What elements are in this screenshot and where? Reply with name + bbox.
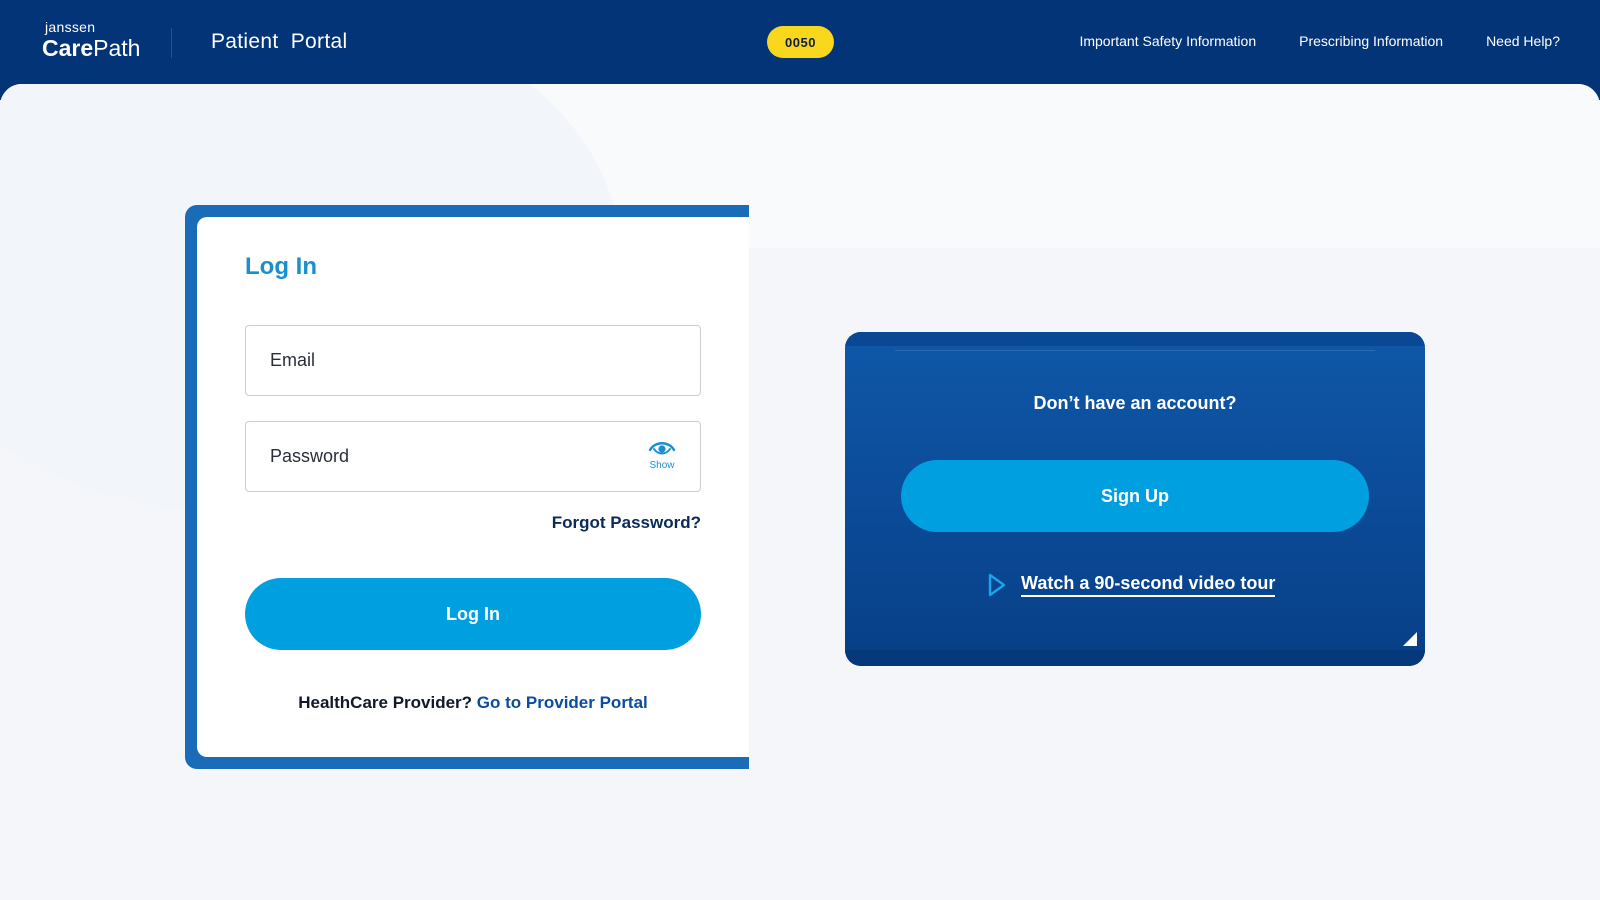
signup-card-highlight bbox=[895, 350, 1375, 351]
signup-question: Don’t have an account? bbox=[1033, 393, 1237, 413]
video-tour-link[interactable]: Watch a 90-second video tour bbox=[987, 572, 1276, 598]
sign-up-button[interactable]: Sign Up bbox=[901, 460, 1369, 532]
nav-need-help[interactable]: Need Help? bbox=[1486, 33, 1560, 49]
provider-prefix-text: HealthCare Provider? bbox=[298, 693, 473, 712]
environment-badge: 0050 bbox=[767, 26, 834, 58]
provider-portal-line: HealthCare Provider? Go to Provider Port… bbox=[197, 693, 749, 713]
signup-card-base bbox=[845, 650, 1425, 666]
password-field-container: Show bbox=[245, 421, 701, 492]
show-password-label: Show bbox=[649, 460, 675, 471]
logo-care-text: Care bbox=[42, 35, 94, 61]
header-divider bbox=[171, 28, 172, 58]
janssen-carepath-logo[interactable]: janssen CarePath bbox=[42, 20, 140, 60]
login-button[interactable]: Log In bbox=[245, 578, 701, 650]
login-title: Log In bbox=[245, 253, 317, 280]
password-input[interactable] bbox=[246, 422, 700, 491]
portal-title: Patient Portal bbox=[211, 30, 348, 53]
nav-important-safety-information[interactable]: Important Safety Information bbox=[1079, 33, 1256, 49]
forgot-password-link[interactable]: Forgot Password? bbox=[552, 513, 701, 533]
resize-corner-mark bbox=[1403, 632, 1417, 646]
email-field-container bbox=[245, 325, 701, 396]
eye-icon bbox=[648, 442, 676, 455]
logo-path-text: Path bbox=[93, 35, 141, 61]
show-password-toggle[interactable]: Show bbox=[646, 440, 678, 471]
signup-card-rim bbox=[845, 332, 1425, 346]
play-icon bbox=[988, 573, 1006, 597]
login-card: Log In Show Forgot Password? Log In Heal… bbox=[197, 217, 749, 757]
logo-product-text: CarePath bbox=[42, 37, 140, 60]
header-nav: Important Safety Information Prescribing… bbox=[1079, 33, 1560, 49]
signup-card: Don’t have an account? Sign Up Watch a 9… bbox=[845, 332, 1425, 666]
email-input[interactable] bbox=[246, 326, 700, 395]
nav-prescribing-information[interactable]: Prescribing Information bbox=[1299, 33, 1443, 49]
provider-portal-link[interactable]: Go to Provider Portal bbox=[477, 693, 648, 712]
video-tour-label: Watch a 90-second video tour bbox=[1021, 573, 1276, 597]
logo-brand-text: janssen bbox=[45, 19, 96, 35]
